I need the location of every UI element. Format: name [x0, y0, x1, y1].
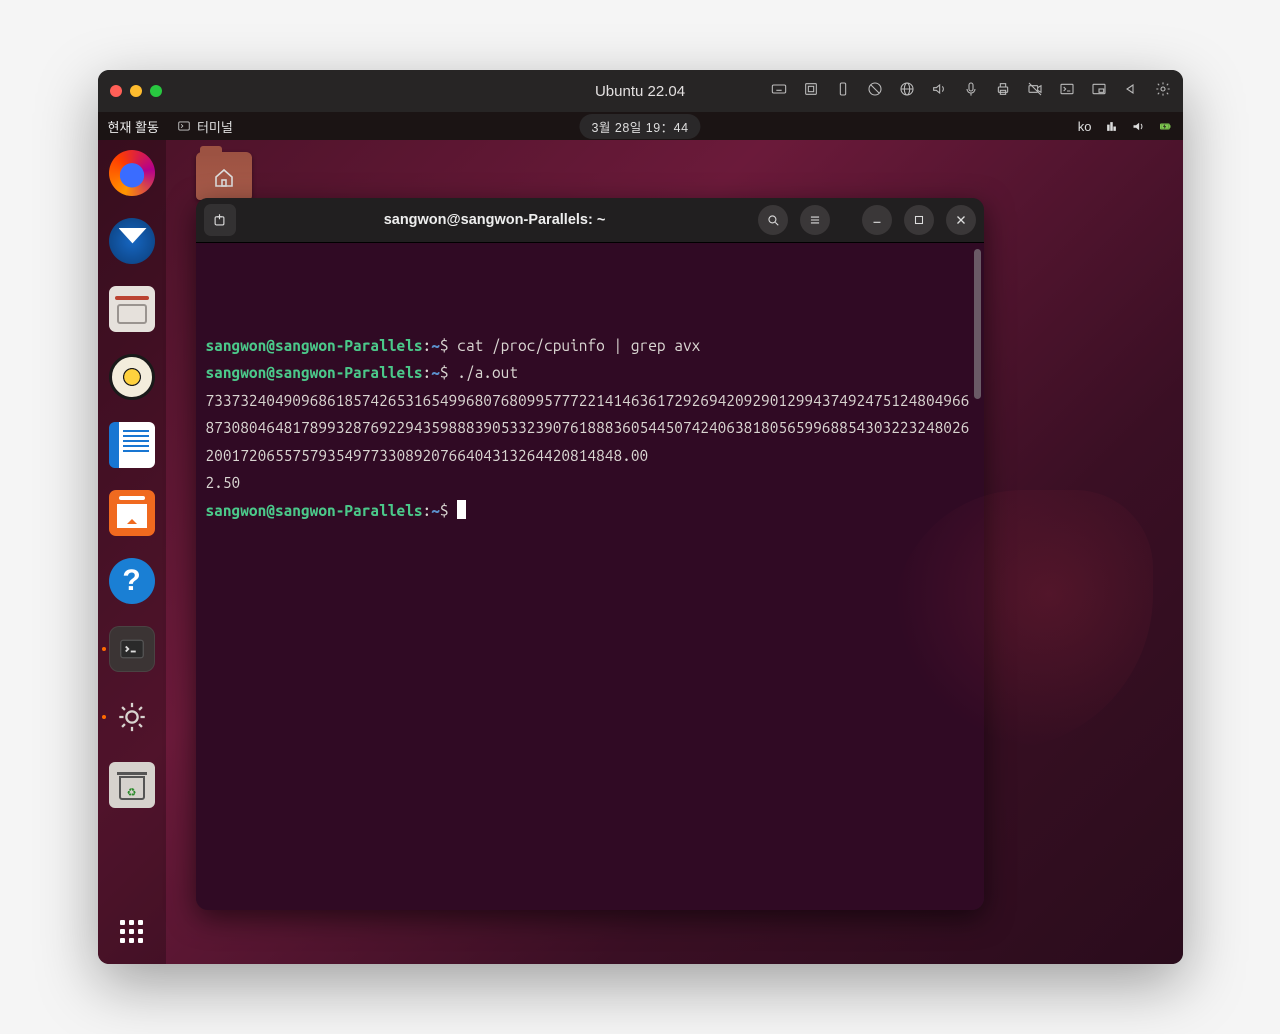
device-icon[interactable]	[835, 81, 851, 101]
terminal-window: sangwon@sangwon-Parallels: ~ sangwon@san…	[196, 198, 984, 910]
pip-icon[interactable]	[1091, 81, 1107, 101]
network-icon	[1104, 119, 1119, 134]
clock-button[interactable]: 3월 28일 19：44	[579, 114, 700, 139]
desktop-area: ? ♻ sangwon@sangwon-Parallels: ~	[98, 140, 1183, 964]
mac-titlebar: Ubuntu 22.04	[98, 70, 1183, 112]
running-dot	[102, 647, 106, 651]
search-button[interactable]	[758, 205, 788, 235]
terminal-icon	[177, 119, 191, 133]
new-tab-button[interactable]	[204, 204, 236, 236]
system-tray[interactable]: ko	[1078, 119, 1173, 134]
terminal-body[interactable]: sangwon@sangwon-Parallels:~$ cat /proc/c…	[196, 243, 984, 910]
dock-trash[interactable]: ♻	[109, 762, 155, 808]
battery-icon	[1158, 119, 1173, 134]
menu-button[interactable]	[800, 205, 830, 235]
minimize-button[interactable]	[862, 205, 892, 235]
close-button[interactable]	[946, 205, 976, 235]
minimize-button[interactable]	[130, 85, 142, 97]
running-dot	[102, 715, 106, 719]
maximize-button[interactable]	[150, 85, 162, 97]
dock-software[interactable]	[109, 490, 155, 536]
home-folder-icon[interactable]	[196, 152, 252, 200]
dock-writer[interactable]	[109, 422, 155, 468]
app-menu[interactable]: 터미널	[177, 117, 233, 136]
terminal-line: sangwon@sangwon-Parallels:~$ ./a.out	[206, 359, 974, 387]
terminal-title: sangwon@sangwon-Parallels: ~	[244, 212, 746, 228]
dock-firefox[interactable]	[109, 150, 155, 196]
maximize-button[interactable]	[904, 205, 934, 235]
dock-settings[interactable]	[109, 694, 155, 740]
close-button[interactable]	[110, 85, 122, 97]
camera-off-icon[interactable]	[1027, 81, 1043, 101]
shield-icon[interactable]	[867, 81, 883, 101]
input-lang[interactable]: ko	[1078, 119, 1092, 134]
play-icon[interactable]	[1123, 81, 1139, 101]
cursor	[457, 500, 466, 519]
desktop[interactable]: sangwon@sangwon-Parallels: ~ sangwon@san…	[166, 140, 1183, 964]
parallels-toolbar-icons	[771, 81, 1171, 101]
dock-thunderbird[interactable]	[109, 218, 155, 264]
gnome-topbar: 현재 활동 터미널 3월 28일 19：44 ko	[98, 112, 1183, 140]
mac-window-title: Ubuntu 22.04	[595, 83, 685, 100]
parallels-window: Ubuntu 22.04 현재 활동 터미널 3월 28일 19：44	[98, 70, 1183, 964]
app-menu-label: 터미널	[197, 117, 233, 136]
scrollbar-thumb[interactable]	[974, 249, 981, 399]
volume-icon	[1131, 119, 1146, 134]
dock-terminal[interactable]	[109, 626, 155, 672]
terminal-icon[interactable]	[1059, 81, 1075, 101]
keyboard-icon[interactable]	[771, 81, 787, 101]
volume-icon[interactable]	[931, 81, 947, 101]
terminal-line: 2.50	[206, 469, 974, 497]
mic-icon[interactable]	[963, 81, 979, 101]
traffic-lights	[110, 85, 162, 97]
dock-files[interactable]	[109, 286, 155, 332]
topbar-left: 현재 활동 터미널	[108, 117, 233, 136]
activities-button[interactable]: 현재 활동	[108, 117, 159, 136]
terminal-line: sangwon@sangwon-Parallels:~$	[206, 497, 974, 525]
dock: ? ♻	[98, 140, 166, 964]
globe-icon[interactable]	[899, 81, 915, 101]
apps-grid-button[interactable]	[109, 908, 155, 954]
dock-help[interactable]: ?	[109, 558, 155, 604]
terminal-line: 7337324049096861857426531654996807680995…	[206, 387, 974, 470]
dock-rhythmbox[interactable]	[109, 354, 155, 400]
gear-icon[interactable]	[1155, 81, 1171, 101]
terminal-titlebar: sangwon@sangwon-Parallels: ~	[196, 198, 984, 243]
fullscreen-icon[interactable]	[803, 81, 819, 101]
terminal-line: sangwon@sangwon-Parallels:~$ cat /proc/c…	[206, 332, 974, 360]
printer-icon[interactable]	[995, 81, 1011, 101]
